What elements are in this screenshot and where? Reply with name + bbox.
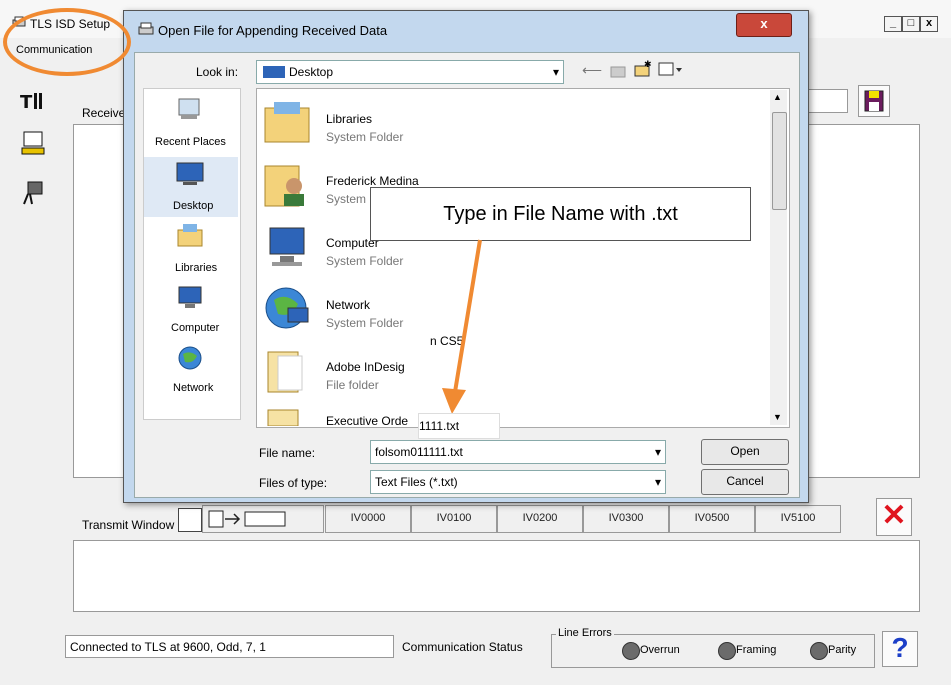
maximize-button[interactable]: □ (902, 16, 920, 32)
svg-text:T: T (20, 92, 33, 113)
look-in-label: Look in: (196, 65, 239, 79)
highlight-oval (3, 8, 131, 76)
close-window-button[interactable]: x (920, 16, 938, 32)
place-desktop[interactable]: Desktop (145, 160, 237, 218)
receive-label: Receive (82, 106, 126, 120)
communication-status-label: Communication Status (402, 640, 523, 654)
iv5100-button[interactable]: IV5100 (755, 505, 841, 533)
libraries-folder-icon (264, 102, 310, 143)
parity-led-icon (810, 642, 828, 660)
transmit-horizontal-scrollbar[interactable] (75, 592, 897, 609)
terminal-icon[interactable] (20, 130, 46, 156)
place-computer[interactable]: Computer (145, 284, 237, 342)
svg-text:✱: ✱ (644, 60, 652, 70)
file-item-libraries[interactable]: Libraries System Folder (262, 96, 762, 152)
transmit-tool-group[interactable] (202, 505, 324, 533)
chevron-down-icon: ▾ (552, 65, 559, 79)
send-file-icon (208, 510, 286, 528)
file-name-label: File name: (259, 446, 316, 460)
line-errors-label: Line Errors (556, 627, 614, 639)
tools-icon[interactable]: T (18, 88, 44, 114)
dialog-title: Open File for Appending Received Data (158, 23, 388, 38)
printer-icon (138, 22, 154, 35)
overrun-label: Overrun (640, 644, 680, 656)
desktop-icon (176, 162, 204, 185)
place-recent-places[interactable]: Recent Places (145, 96, 237, 154)
computer-icon (178, 286, 202, 308)
files-of-type-select[interactable]: Text Files (*.txt) ▾ (370, 470, 666, 494)
chevron-down-icon[interactable]: ▾ (655, 471, 661, 493)
place-libraries[interactable]: Libraries (145, 222, 237, 280)
iv0500-button[interactable]: IV0500 (669, 505, 755, 533)
close-icon: x (760, 16, 768, 31)
dialog-close-button[interactable]: x (736, 13, 792, 37)
save-button[interactable] (858, 85, 890, 117)
folder-icon (267, 409, 299, 426)
computer-icon (269, 227, 305, 266)
new-folder-icon[interactable]: ✱ (634, 60, 652, 78)
clear-x-button[interactable]: ✕ (876, 498, 912, 536)
overrun-led-icon (622, 642, 640, 660)
recent-places-icon (178, 98, 200, 119)
scroll-down-icon[interactable]: ▼ (773, 412, 782, 422)
user-folder-icon (264, 165, 304, 207)
iv0300-button[interactable]: IV0300 (583, 505, 669, 533)
file-item-executive-orders[interactable]: Executive Orde (262, 404, 762, 426)
libraries-icon (177, 224, 203, 247)
receive-vertical-scrollbar[interactable] (899, 126, 916, 456)
transmit-vertical-scrollbar[interactable] (899, 542, 916, 590)
typed-filename-overlay: 1111.txt (418, 413, 500, 439)
file-list-scrollbar[interactable]: ▲ ▼ (770, 90, 787, 425)
connection-status-field: Connected to TLS at 9600, Odd, 7, 1 (65, 635, 394, 658)
help-button[interactable]: ? (882, 631, 918, 667)
connector-icon[interactable] (20, 180, 46, 206)
parity-label: Parity (828, 644, 857, 656)
network-globe-icon (178, 346, 202, 370)
file-name-input[interactable]: folsom011111.txt ▾ (370, 440, 666, 464)
file-item-adobe-indesign[interactable]: Adobe InDesig File folder (262, 344, 762, 400)
view-menu-icon[interactable] (658, 60, 684, 78)
folder-icon (267, 351, 303, 393)
iv0100-button[interactable]: IV0100 (411, 505, 497, 533)
cancel-button[interactable]: Cancel (701, 469, 789, 495)
scroll-thumb[interactable] (772, 112, 787, 210)
callout-arrow (442, 239, 482, 414)
files-of-type-value: Text Files (*.txt) (375, 475, 458, 489)
scroll-up-icon[interactable]: ▲ (773, 92, 782, 102)
iv0200-button[interactable]: IV0200 (497, 505, 583, 533)
back-arrow-icon[interactable]: ⟵ (582, 62, 602, 79)
look-in-select[interactable]: Desktop ▾ (256, 60, 564, 84)
file-name-value: folsom011111.txt (375, 445, 463, 459)
chevron-down-icon[interactable]: ▾ (655, 441, 661, 463)
desktop-icon (263, 66, 285, 78)
minimize-button[interactable]: _ (884, 16, 902, 32)
open-button[interactable]: Open (701, 439, 789, 465)
framing-led-icon (718, 642, 736, 660)
framing-label: Framing (736, 644, 777, 656)
files-of-type-label: Files of type: (259, 476, 328, 490)
file-item-network[interactable]: Network System Folder (262, 282, 762, 338)
look-in-value: Desktop (289, 65, 334, 79)
transmit-window-label: Transmit Window (82, 518, 175, 532)
floppy-disk-icon (864, 90, 884, 112)
network-globe-icon (265, 287, 309, 329)
red-x-icon: ✕ (881, 499, 907, 532)
place-network[interactable]: Network (145, 344, 237, 402)
instruction-callout: Type in File Name with .txt (370, 187, 751, 241)
iv0000-button[interactable]: IV0000 (325, 505, 411, 533)
up-folder-icon[interactable] (610, 62, 626, 78)
question-mark-icon: ? (891, 632, 909, 663)
transmit-blank-button[interactable] (178, 508, 202, 532)
